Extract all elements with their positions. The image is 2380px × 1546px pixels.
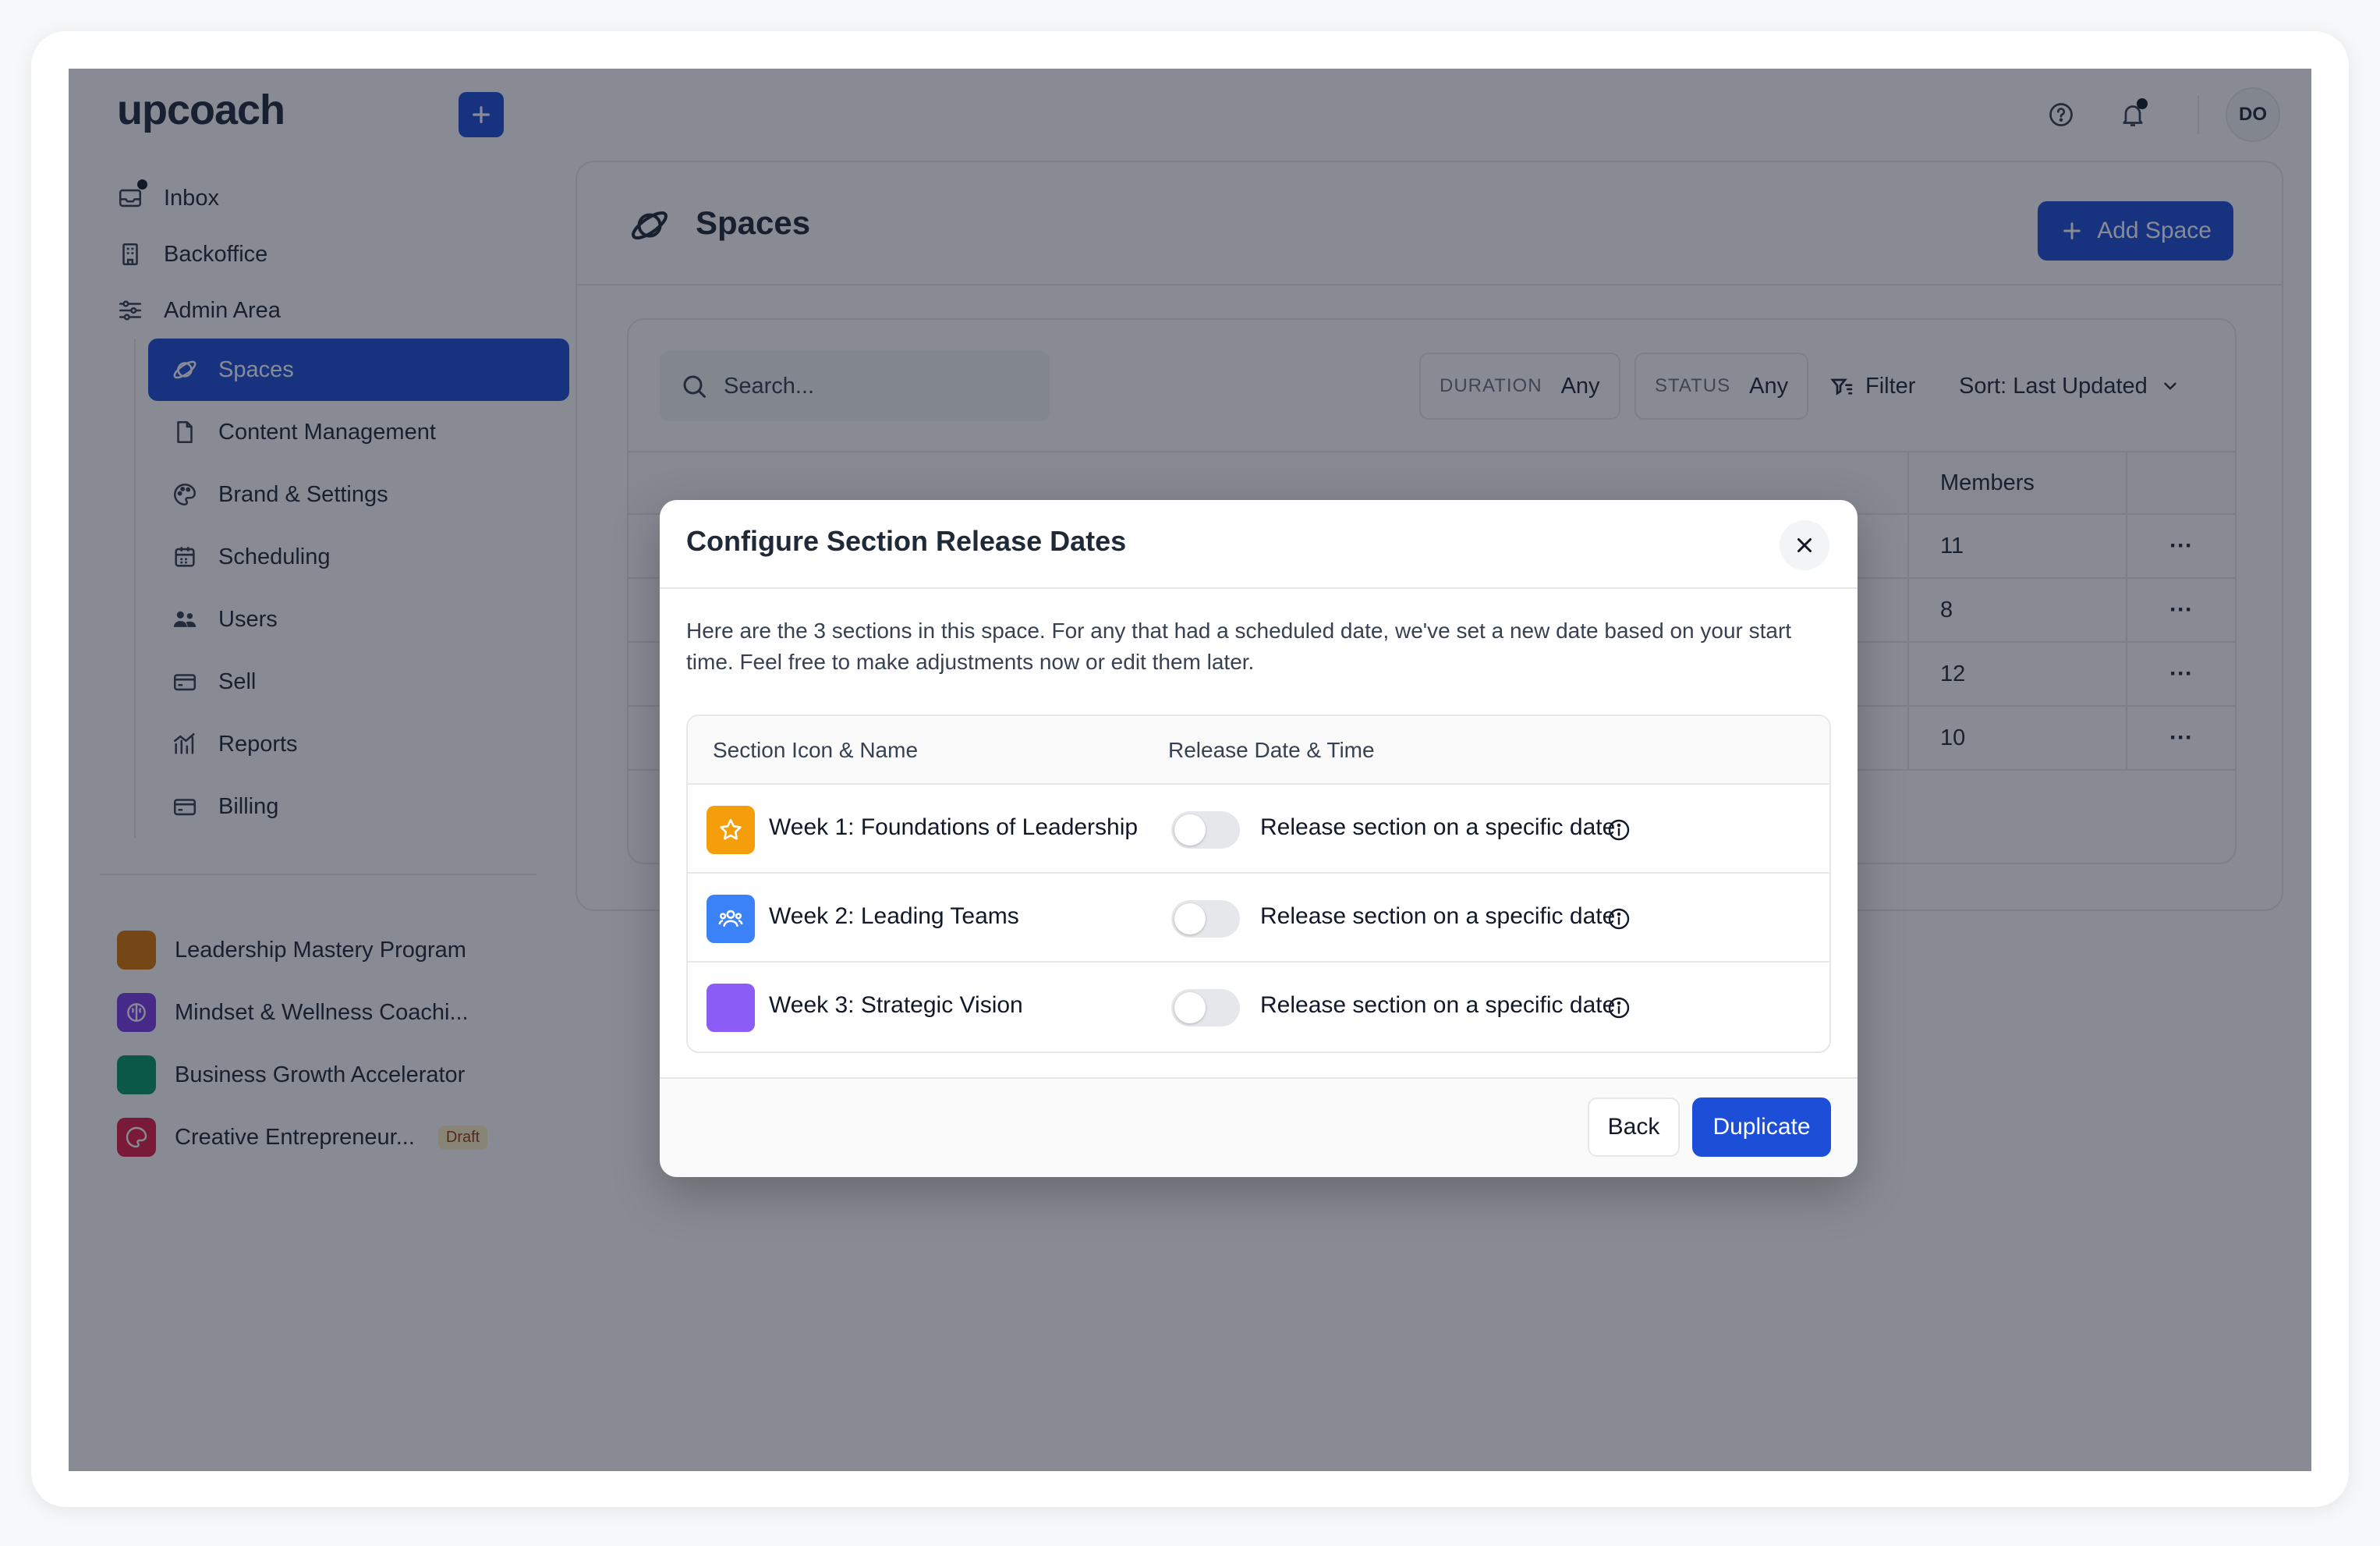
release-toggle-label: Release section on a specific date [1260, 992, 1616, 1018]
col-section-name: Section Icon & Name [713, 738, 919, 762]
dialog-title: Configure Section Release Dates [686, 525, 1127, 557]
section-name: Week 2: Leading Teams [769, 903, 1019, 929]
close-icon [1797, 538, 1812, 552]
release-toggle-label: Release section on a specific date [1260, 814, 1616, 840]
release-date-toggle[interactable] [1171, 811, 1240, 849]
app-screen: upcoach Inbox Backoffice Admin Area [69, 69, 2311, 1471]
star-icon [707, 806, 755, 854]
dialog-header: Configure Section Release Dates [660, 500, 1858, 589]
duplicate-button[interactable]: Duplicate [1692, 1097, 1831, 1157]
info-icon[interactable] [1606, 995, 1631, 1020]
section-name: Week 1: Foundations of Leadership [769, 814, 1139, 840]
col-release-date: Release Date & Time [1168, 738, 1375, 762]
toggle-knob [1174, 992, 1206, 1023]
dialog-description: Here are the 3 sections in this space. F… [686, 619, 1792, 674]
section-color-swatch [707, 984, 755, 1032]
toggle-knob [1174, 814, 1206, 846]
release-date-toggle[interactable] [1171, 900, 1240, 938]
configure-release-dates-dialog: Configure Section Release Dates Here are… [660, 500, 1858, 1177]
release-toggle-label: Release section on a specific date [1260, 903, 1616, 929]
section-row: Week 1: Foundations of Leadership Releas… [688, 785, 1829, 874]
section-row: Week 3: Strategic Vision Release section… [688, 963, 1829, 1051]
sections-table: Section Icon & Name Release Date & Time … [686, 714, 1831, 1053]
sections-table-header: Section Icon & Name Release Date & Time [688, 716, 1829, 785]
back-button[interactable]: Back [1588, 1097, 1680, 1157]
toggle-knob [1174, 903, 1206, 934]
section-row: Week 2: Leading Teams Release section on… [688, 874, 1829, 963]
info-icon[interactable] [1606, 817, 1631, 842]
users-icon [707, 895, 755, 943]
release-date-toggle[interactable] [1171, 989, 1240, 1027]
dialog-footer: Back Duplicate [660, 1077, 1858, 1177]
close-button[interactable] [1780, 520, 1829, 570]
section-name: Week 3: Strategic Vision [769, 992, 1023, 1018]
info-icon[interactable] [1606, 906, 1631, 931]
